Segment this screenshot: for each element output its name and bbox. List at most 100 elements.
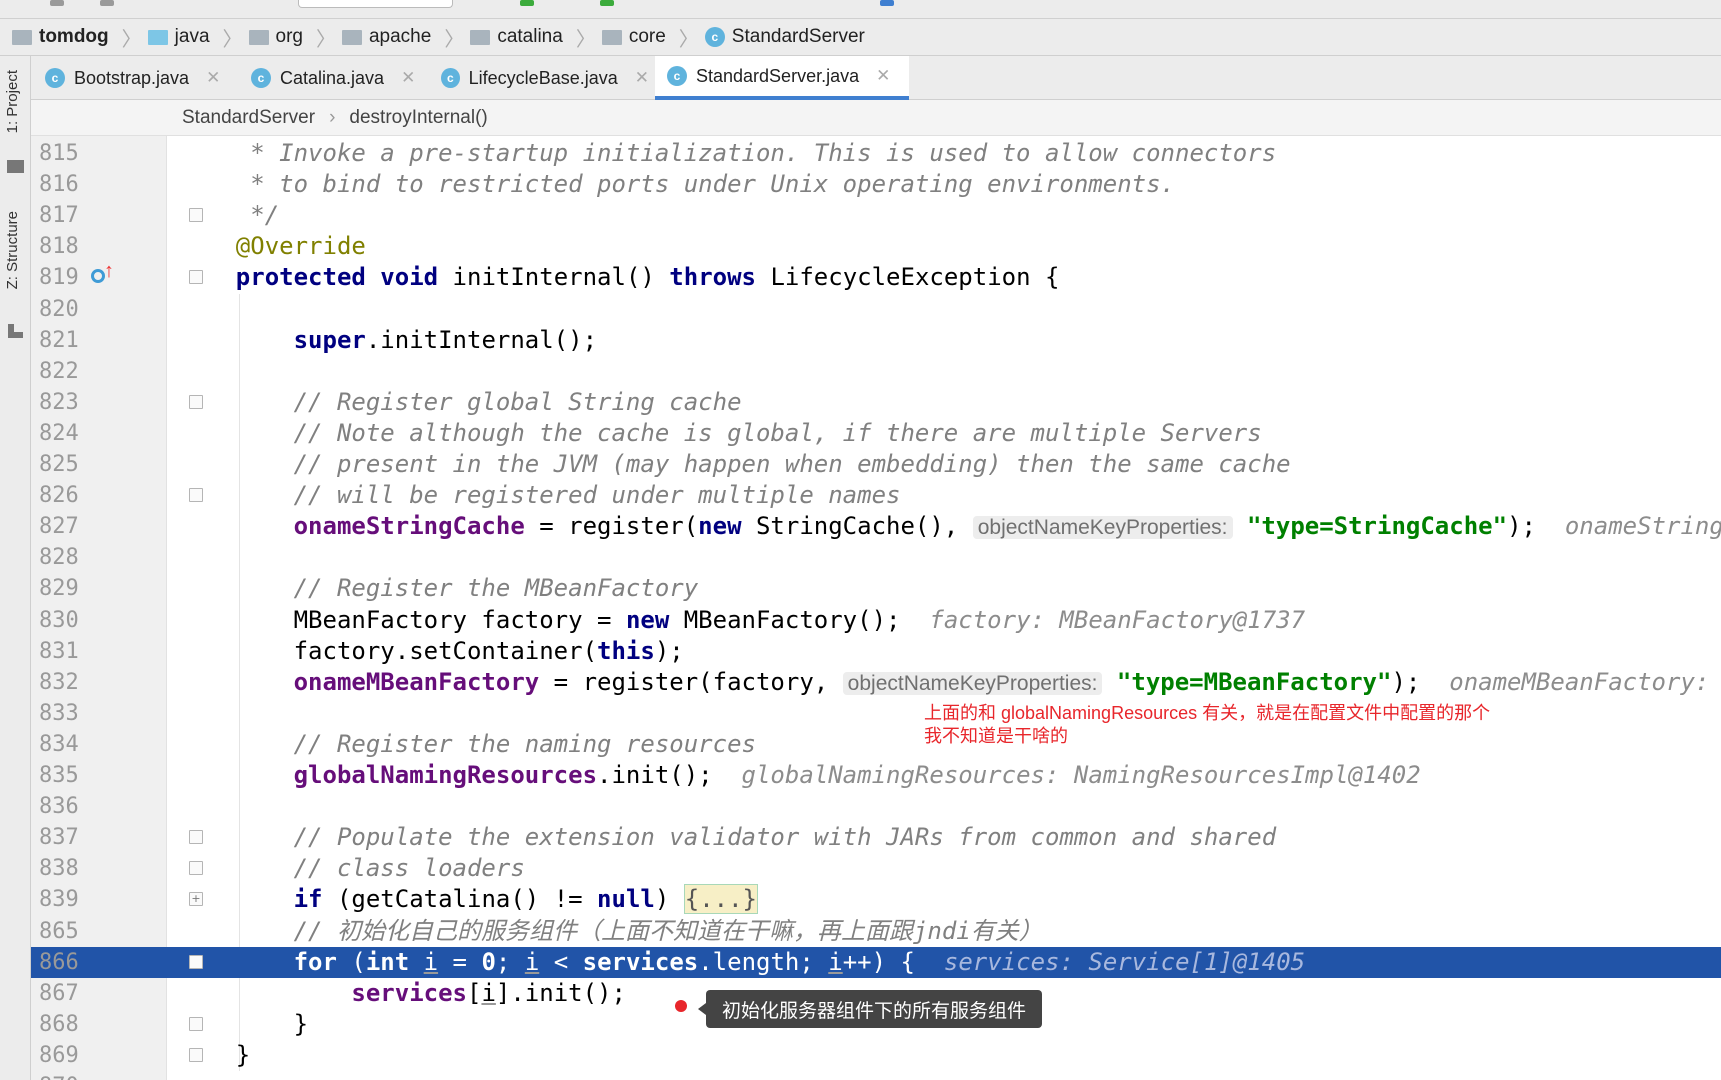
breadcrumb-item[interactable]: catalina 〉 [470,23,596,52]
fold-marker-icon[interactable] [189,830,203,845]
code-line[interactable]: 822 [31,356,1721,387]
folded-code-button[interactable]: {...} [683,884,758,915]
chevron-right-icon: 〉 [575,28,596,51]
package-icon [341,29,362,45]
close-icon[interactable]: ✕ [206,68,220,88]
code-token: ); [1391,667,1450,696]
structure-panel-button[interactable]: Z: Structure [4,211,21,289]
code-token: factory.setContainer( [178,636,598,665]
fold-marker-icon[interactable] [189,1047,203,1062]
breadcrumb-label: org [275,26,303,47]
code-line[interactable]: 815 * Invoke a pre-startup initializatio… [31,138,1721,169]
code-line[interactable]: 820 [31,294,1721,325]
toolbar-button[interactable] [880,0,894,6]
current-execution-line[interactable]: 866 for (int i = 0; i < services.length;… [31,946,1721,978]
editor-tabs: c Bootstrap.java ✕ c Catalina.java ✕ c Lifecycl… [31,56,1721,100]
code-line[interactable]: 817 */ [31,200,1721,231]
code-editor[interactable]: 815 * Invoke a pre-startup initializatio… [31,136,1721,1080]
package-icon [248,29,269,45]
comment: // Register the MBeanFactory [178,574,699,603]
code-line[interactable]: 838 // class loaders [31,853,1721,884]
fold-marker-icon[interactable] [189,488,203,503]
code-token: [ [466,978,482,1007]
line-number: 829 [39,576,79,602]
code-line[interactable]: 839 if (getCatalina() != null) {...} [31,884,1721,915]
code-token: initInternal() [452,263,670,292]
breakpoint-dot-icon [675,1000,687,1012]
run-icon[interactable] [520,0,534,6]
fold-marker-icon[interactable]: + [189,892,203,907]
breadcrumb-item[interactable]: core 〉 [601,23,699,52]
debug-icon[interactable] [600,0,614,6]
code-line[interactable]: 826 // will be registered under multiple… [31,480,1721,511]
note-line: 上面的和 globalNamingResources 有关，就是在配置文件中配置… [924,703,1491,723]
fold-marker-icon[interactable] [189,208,203,223]
field: services [582,947,699,976]
close-icon[interactable]: ✕ [635,68,649,88]
breadcrumb-item[interactable]: java 〉 [147,23,243,52]
code-token: .initInternal(); [365,325,598,354]
code-line[interactable]: 832 onameMBeanFactory = register(factory… [31,667,1721,698]
breadcrumb-item[interactable]: tomdog 〉 [12,23,142,52]
breadcrumb-separator: › [329,106,336,128]
code-text: // Register the naming resources [178,729,756,760]
breadcrumb-method[interactable]: destroyInternal() [349,107,487,129]
code-line[interactable]: 816 * to bind to restricted ports under … [31,169,1721,200]
close-icon[interactable]: ✕ [401,68,415,88]
breadcrumb-label: catalina [497,26,563,47]
line-number: 815 [39,141,79,166]
code-line[interactable]: 831 factory.setContainer(this); [31,636,1721,667]
fold-marker-icon[interactable] [189,861,203,876]
fold-marker-icon[interactable] [189,270,203,285]
code-line[interactable]: 823 // Register global String cache [31,387,1721,418]
line-number: 868 [39,1011,79,1037]
field: services [178,978,467,1007]
breadcrumb-label: apache [368,26,432,47]
tab-bootstrap-java[interactable]: c Bootstrap.java ✕ [33,56,233,100]
source-folder-icon [147,29,168,45]
code-line[interactable]: 825 // present in the JVM (may happen wh… [31,449,1721,480]
line-number: 818 [39,234,79,260]
breadcrumb-item[interactable]: apache 〉 [341,23,464,52]
fold-marker-icon[interactable] [189,1016,203,1031]
run-config-select[interactable] [298,0,453,8]
code-text: // Register the MBeanFactory [178,573,699,604]
code-line[interactable]: 837 // Populate the extension validator … [31,822,1721,853]
tab-lifecyclebase-java[interactable]: c LifecycleBase.java ✕ [429,56,649,100]
tab-standardserver-java[interactable]: c StandardServer.java ✕ [655,56,909,100]
line-number: 826 [39,483,79,509]
code-line[interactable]: 865 // 初始化自己的服务组件（上面不知道在干嘛，再上面跟jndi有关） [31,916,1721,947]
code-line[interactable]: 869 } [31,1040,1721,1071]
code-line[interactable]: 827 onameStringCache = register(new Stri… [31,511,1721,542]
code-text: // 初始化自己的服务组件（上面不知道在干嘛，再上面跟jndi有关） [178,916,1043,947]
code-line[interactable]: 830 MBeanFactory factory = new MBeanFact… [31,605,1721,636]
breadcrumb-item[interactable]: org 〉 [248,23,336,52]
tab-catalina-java[interactable]: c Catalina.java ✕ [239,56,421,100]
debug-value: onameStringCache: null [1564,512,1721,541]
code-line[interactable]: 828 [31,542,1721,573]
code-line[interactable]: 818 @Override [31,231,1721,262]
code-line[interactable]: 821 super.initInternal(); [31,325,1721,356]
toolbar-button[interactable] [100,0,114,6]
breadcrumb-item[interactable]: c StandardServer [704,26,865,48]
code-text: services[i].init(); [178,978,626,1009]
code-text: // will be registered under multiple nam… [178,480,901,511]
annotation-note: 上面的和 globalNamingResources 有关，就是在配置文件中配置… [924,702,1490,748]
toolbar-button[interactable] [50,0,64,6]
project-panel-button[interactable]: 1: Project [4,70,21,133]
code-line[interactable]: 824 // Note although the cache is global… [31,418,1721,449]
breadcrumb-label: tomdog [39,26,109,47]
close-icon[interactable]: ✕ [876,66,890,86]
string-literal: "type=MBeanFactory" [1102,667,1392,696]
breadcrumb-class[interactable]: StandardServer [182,107,315,129]
code-line[interactable]: 835 globalNamingResources.init(); global… [31,760,1721,791]
tab-label: StandardServer.java [696,65,860,86]
code-line[interactable]: 819 protected void initInternal() throws… [31,262,1721,293]
code-line[interactable]: 836 [31,791,1721,822]
code-line[interactable]: 870 [31,1071,1721,1080]
code-line[interactable]: 829 // Register the MBeanFactory [31,573,1721,604]
tooltip: 初始化服务器组件下的所有服务组件 [697,990,1043,1028]
code-text: @Override [178,231,366,262]
fold-marker-icon[interactable] [189,954,203,969]
fold-marker-icon[interactable] [189,394,203,409]
